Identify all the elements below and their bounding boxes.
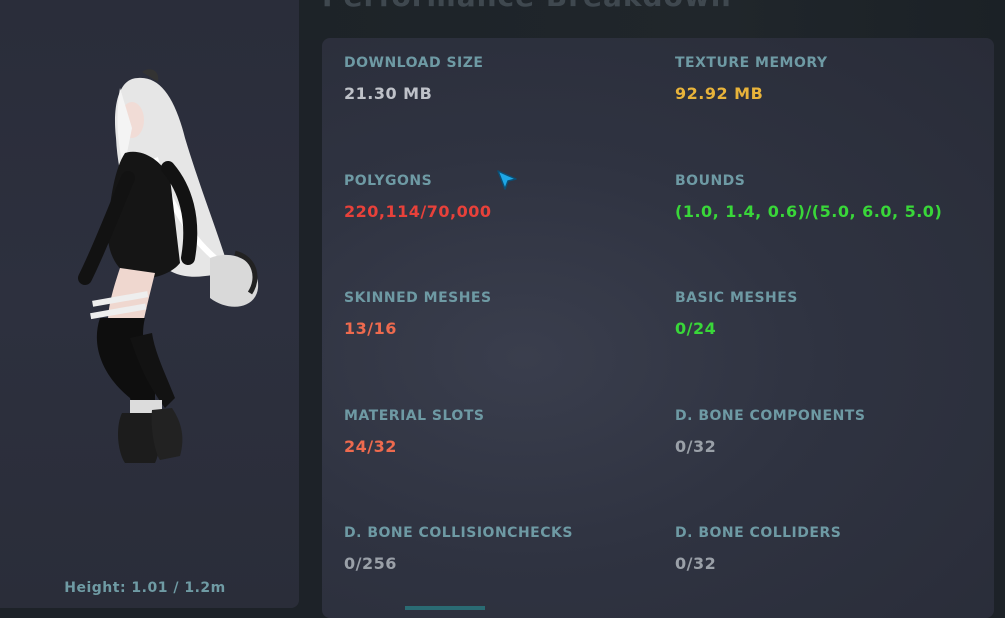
avatar-preview-panel: Height: 1.01 / 1.2m xyxy=(0,0,299,608)
stat-value-basic-meshes: 0/24 xyxy=(675,319,717,338)
cursor-pointer-icon xyxy=(497,170,517,190)
avatar-height-label: Height: 1.01 / 1.2m xyxy=(64,580,226,596)
stat-label-download-size: DOWNLOAD SIZE xyxy=(344,55,484,71)
stat-value-texture-memory: 92.92 MB xyxy=(675,84,764,103)
stat-value-dynamic-bone-colliders: 0/32 xyxy=(675,554,717,573)
stat-label-dynamic-bone-collision-checks: D. BONE COLLISIONCHECKS xyxy=(344,525,573,541)
stat-label-dynamic-bone-colliders: D. BONE COLLIDERS xyxy=(675,525,842,541)
stat-label-material-slots: MATERIAL SLOTS xyxy=(344,408,485,424)
stat-value-polygons: 220,114/70,000 xyxy=(344,202,492,221)
stat-label-dynamic-bone-components: D. BONE COMPONENTS xyxy=(675,408,866,424)
bottom-tab-indicator[interactable] xyxy=(405,606,485,610)
stat-label-skinned-meshes: SKINNED MESHES xyxy=(344,290,492,306)
stat-label-basic-meshes: BASIC MESHES xyxy=(675,290,798,306)
stat-label-bounds: BOUNDS xyxy=(675,173,746,189)
stat-value-dynamic-bone-components: 0/32 xyxy=(675,437,717,456)
stat-value-dynamic-bone-collision-checks: 0/256 xyxy=(344,554,397,573)
stat-value-download-size: 21.30 MB xyxy=(344,84,433,103)
stat-value-material-slots: 24/32 xyxy=(344,437,397,456)
page-title: Performance Breakdown xyxy=(322,0,732,13)
stat-value-bounds: (1.0, 1.4, 0.6)/(5.0, 6.0, 5.0) xyxy=(675,202,943,221)
stat-value-skinned-meshes: 13/16 xyxy=(344,319,397,338)
performance-stats-panel: DOWNLOAD SIZE 21.30 MB TEXTURE MEMORY 92… xyxy=(322,38,994,618)
stat-label-polygons: POLYGONS xyxy=(344,173,433,189)
avatar-figure xyxy=(78,69,259,463)
stat-label-texture-memory: TEXTURE MEMORY xyxy=(675,55,828,71)
